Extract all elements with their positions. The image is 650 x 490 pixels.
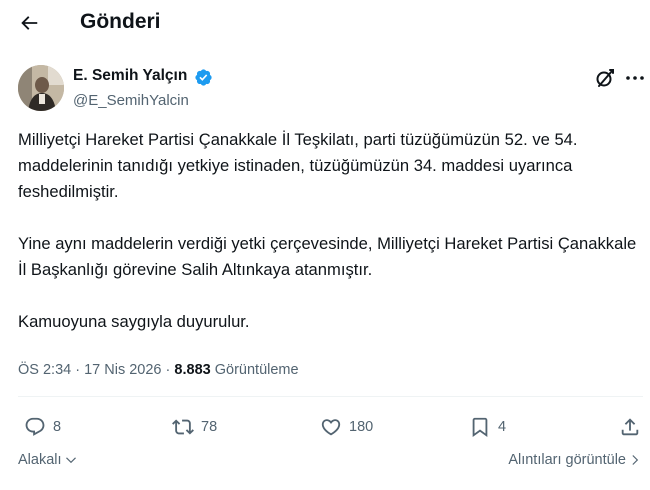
heart-icon	[321, 419, 341, 436]
repost-button[interactable]: 78	[172, 414, 217, 440]
tweet-meta: ÖS 2:34 · 17 Nis 2026 · 8.883 Görüntülem…	[18, 360, 299, 380]
bookmark-button[interactable]: 4	[469, 414, 506, 440]
tweet-date[interactable]: 17 Nis 2026	[84, 362, 161, 378]
related-label: Alakalı	[18, 452, 62, 468]
bookmark-count: 4	[498, 419, 507, 435]
share-button[interactable]	[619, 414, 641, 440]
top-bar: Gönderi	[0, 0, 650, 46]
view-quotes-label: Alıntıları görüntüle	[508, 452, 626, 468]
action-bar: 8 78 180 4	[0, 410, 650, 444]
tweet-footer: Alakalı Alıntıları görüntüle	[0, 448, 650, 476]
profile-photo-image	[18, 65, 64, 111]
views-count: 8.883	[174, 362, 211, 378]
chevron-down-icon	[65, 457, 76, 464]
bookmark-icon	[472, 417, 488, 438]
more-options-button[interactable]	[623, 66, 647, 90]
reply-icon	[25, 417, 45, 436]
related-dropdown[interactable]: Alakalı	[18, 452, 78, 468]
tweet-time[interactable]: ÖS 2:34	[18, 362, 71, 378]
divider	[18, 396, 643, 397]
reply-button[interactable]: 8	[24, 414, 61, 440]
reply-count: 8	[53, 419, 62, 435]
views-label: Görüntüleme	[214, 362, 299, 378]
more-horizontal-icon	[626, 76, 644, 80]
tweet-paragraph: Kamuoyuna saygıyla duyurulur.	[18, 312, 250, 331]
tweet-paragraph: Yine aynı maddelerin verdiği yetki çerçe…	[18, 234, 637, 279]
page-title: Gönderi	[80, 10, 161, 33]
author-handle[interactable]: @E_SemihYalcin	[73, 91, 189, 110]
grok-button[interactable]	[593, 66, 617, 90]
meta-separator: ·	[75, 362, 81, 378]
verified-badge-icon	[195, 69, 212, 86]
author-display-name[interactable]: E. Semih Yalçın	[73, 66, 187, 86]
tweet-author: E. Semih Yalçın @E_SemihYalcin	[0, 60, 650, 116]
chevron-right-icon	[632, 455, 639, 465]
avatar[interactable]	[18, 65, 64, 111]
like-count: 180	[349, 419, 374, 435]
grok-icon	[596, 69, 614, 87]
share-icon	[621, 418, 639, 436]
view-quotes-link[interactable]: Alıntıları görüntüle	[508, 452, 642, 468]
tweet-paragraph: Milliyetçi Hareket Partisi Çanakkale İl …	[18, 130, 578, 201]
back-button[interactable]	[14, 8, 44, 38]
tweet-text: Milliyetçi Hareket Partisi Çanakkale İl …	[18, 127, 643, 335]
arrow-left-icon	[21, 16, 38, 30]
meta-separator: ·	[165, 362, 171, 378]
repost-icon	[172, 419, 194, 435]
like-button[interactable]: 180	[320, 414, 373, 440]
repost-count: 78	[201, 419, 218, 435]
